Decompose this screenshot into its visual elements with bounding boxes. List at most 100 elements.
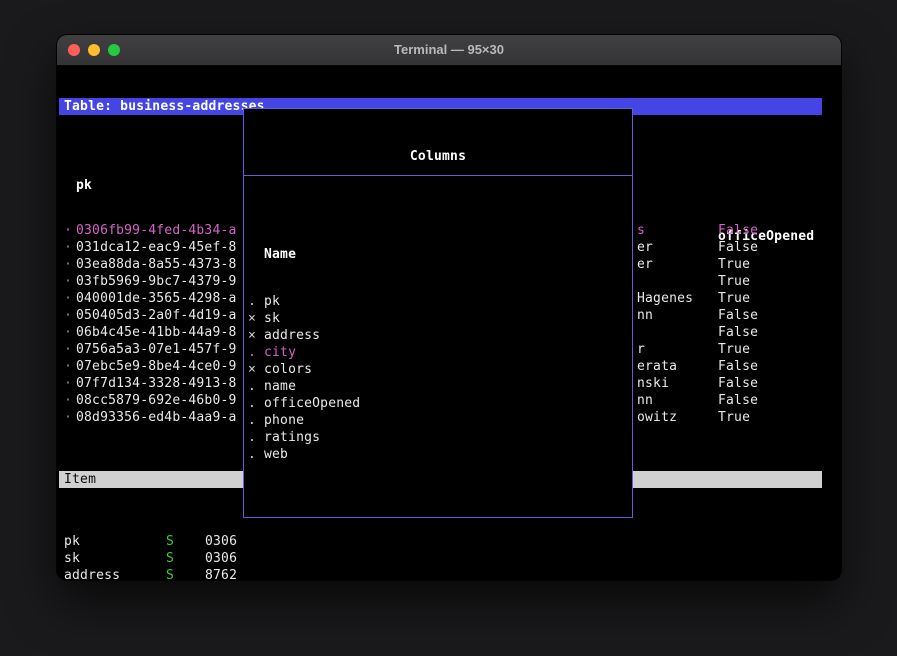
column-name: name [264,378,296,395]
row-office-opened: False [718,307,758,324]
item-attribute-row: address S 8762 [59,567,822,580]
column-visibility-marker: . [248,412,256,429]
traffic-lights [68,44,120,56]
column-name: ratings [264,429,320,446]
row-office-opened: False [718,222,758,239]
window-titlebar[interactable]: Terminal — 95×30 [57,35,841,66]
row-name-fragment: owitz [637,409,677,426]
row-name-fragment: er [637,239,653,256]
row-marker: · [64,239,72,256]
attribute-type: S [166,550,174,567]
row-pk: 08d93356-ed4b-4aa9-a [76,409,237,426]
attribute-name: sk [64,550,80,567]
item-attribute-row: pk S 0306 [59,533,822,550]
columns-dialog-list: Name . pk × sk × address. city×colors. name. off… [244,206,632,493]
column-visibility-marker: . [248,429,256,446]
column-visibility-marker: × [248,327,256,344]
terminal-content[interactable]: Table: business-addresses pk city name o… [59,68,822,580]
row-pk: 0756a5a3-07e1-457f-9 [76,341,237,358]
columns-dialog-item[interactable]: ×colors [244,361,632,378]
attribute-name: pk [64,533,80,550]
row-pk: 08cc5879-692e-46b0-9 [76,392,237,409]
row-office-opened: True [718,256,750,273]
attribute-value: 8762 [205,567,237,580]
column-header-pk: pk [76,177,92,194]
row-marker: · [64,375,72,392]
row-pk: 040001de-3565-4298-a [76,290,237,307]
columns-dialog-items: . pk × sk × address. city×colors. name. officeOp… [244,293,632,463]
row-office-opened: False [718,392,758,409]
row-pk: 06b4c45e-41bb-44a9-8 [76,324,237,341]
column-name: address [264,327,320,344]
row-name-fragment: erata [637,358,677,375]
row-pk: 03ea88da-8a55-4373-8 [76,256,237,273]
table-title: Table: business-addresses [64,99,265,114]
columns-dialog-item[interactable]: . city [244,344,632,361]
row-name-fragment: nn [637,307,653,324]
row-marker: · [64,409,72,426]
row-name-fragment: nn [637,392,653,409]
columns-dialog-item[interactable]: . ratings [244,429,632,446]
attribute-name: address [64,567,120,580]
columns-dialog-item[interactable]: . officeOpened [244,395,632,412]
row-marker: · [64,256,72,273]
columns-dialog-item[interactable]: × address [244,327,632,344]
row-name-fragment: Hagenes [637,290,693,307]
column-name: web [264,446,288,463]
row-marker: · [64,392,72,409]
columns-dialog-item[interactable]: .phone [244,412,632,429]
row-marker: · [64,290,72,307]
row-office-opened: True [718,273,750,290]
row-office-opened: False [718,324,758,341]
row-marker: · [64,273,72,290]
columns-dialog-item[interactable]: . pk [244,293,632,310]
row-office-opened: True [718,290,750,307]
window-title: Terminal — 95×30 [57,35,841,65]
columns-dialog-item[interactable]: . name [244,378,632,395]
close-button[interactable] [68,44,80,56]
column-visibility-marker: × [248,310,256,327]
row-pk: 07f7d134-3328-4913-8 [76,375,237,392]
column-visibility-marker: . [248,395,256,412]
attribute-value: 0306 [205,550,237,567]
row-pk: 0306fb99-4fed-4b34-a [76,222,237,239]
columns-dialog: Columns Name .pk×sk×address.city×colors.… [243,108,633,518]
item-attribute-row: sk S 0306 [59,550,822,567]
columns-dialog-item[interactable]: .web [244,446,632,463]
row-office-opened: False [718,358,758,375]
column-visibility-marker: × [248,361,256,378]
column-visibility-marker: . [248,344,256,361]
row-marker: · [64,341,72,358]
item-panel-label: Item [64,472,96,487]
row-office-opened: False [718,375,758,392]
row-office-opened: True [718,409,750,426]
item-attributes: pkS0306skS0306addressS8762citySFortcolor… [59,533,822,580]
row-name-fragment: s [637,222,645,239]
row-name-fragment: nski [637,375,669,392]
row-marker: · [64,358,72,375]
attribute-value: 0306 [205,533,237,550]
attribute-type: S [166,567,174,580]
column-name: pk [264,293,280,310]
row-pk: 03fb5969-9bc7-4379-9 [76,273,237,290]
row-office-opened: False [718,239,758,256]
zoom-button[interactable] [108,44,120,56]
row-pk: 031dca12-eac9-45ef-8 [76,239,237,256]
column-name: sk [264,310,280,327]
row-name-fragment: r [637,341,645,358]
columns-dialog-item[interactable]: × sk [244,310,632,327]
column-name: officeOpened [264,395,360,412]
columns-dialog-header: Name [264,246,632,263]
column-visibility-marker: . [248,293,256,310]
row-marker: · [64,222,72,239]
attribute-type: S [166,533,174,550]
row-name-fragment: er [637,256,653,273]
terminal-window: Terminal — 95×30 Table: business-address… [57,35,841,580]
column-visibility-marker: . [248,378,256,395]
minimize-button[interactable] [88,44,100,56]
column-name: city [264,344,296,361]
row-marker: · [64,307,72,324]
row-office-opened: True [718,341,750,358]
row-pk: 07ebc5e9-8be4-4ce0-9 [76,358,237,375]
row-pk: 050405d3-2a0f-4d19-a [76,307,237,324]
